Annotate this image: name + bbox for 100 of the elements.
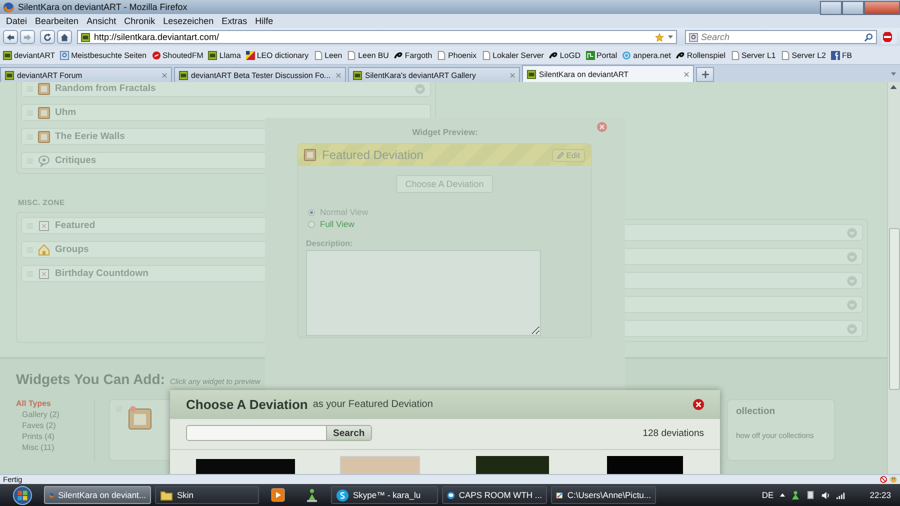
site-icon (527, 70, 536, 78)
widget-label: Uhm (55, 107, 76, 118)
section-heading: Widgets You Can Add: (16, 371, 165, 387)
speech-bubble-icon (38, 154, 50, 166)
menu-item[interactable]: Bearbeiten (31, 16, 83, 26)
close-tab-icon[interactable] (162, 72, 167, 78)
picture-frame-icon (38, 106, 50, 118)
page-icon (780, 50, 790, 60)
window-title: SilentKara on deviantART - Mozilla Firefox (18, 2, 188, 12)
picture-frame-icon (38, 82, 50, 94)
close-tab-icon[interactable] (510, 72, 515, 78)
new-tab-button[interactable] (696, 67, 714, 82)
site-icon (5, 70, 14, 80)
document-icon (38, 268, 50, 280)
taskbar-button[interactable]: C:\Users\Anne\Pictu... (551, 486, 656, 504)
dropdown-arrow-icon[interactable] (668, 35, 673, 39)
menu-item[interactable]: Chronik (120, 16, 160, 26)
taskbar-button[interactable]: Skype™ - kara_lu (331, 486, 438, 504)
menu-item[interactable]: Extras (218, 16, 252, 26)
widget-label: Groups (55, 244, 89, 255)
star-icon[interactable] (655, 32, 664, 42)
back-arrow-icon (6, 32, 15, 42)
home-button[interactable] (57, 30, 72, 44)
signal-icon[interactable] (836, 490, 846, 500)
chevron-icon[interactable] (415, 84, 425, 94)
show-hidden-icons-arrow-icon[interactable] (780, 493, 785, 497)
page-icon (730, 50, 740, 60)
folder-icon (160, 488, 173, 502)
search-icon[interactable] (864, 32, 873, 42)
widget-label: Random from Fractals (55, 83, 156, 94)
document-icon (38, 220, 50, 232)
radio-button[interactable] (308, 220, 315, 228)
play-icon[interactable] (271, 488, 285, 502)
chevron-icon[interactable] (847, 276, 857, 286)
menu-item[interactable]: Ansicht (82, 16, 120, 26)
swirl-icon (548, 50, 558, 60)
page-icon (314, 50, 323, 60)
forward-arrow-icon (23, 32, 32, 42)
speaker-icon[interactable] (820, 490, 830, 500)
radio-button[interactable] (308, 208, 315, 216)
language-indicator[interactable]: DE (762, 490, 774, 500)
device-icon[interactable] (806, 490, 815, 500)
plus-icon (702, 71, 708, 78)
skype-icon (336, 488, 349, 502)
home-icon (60, 32, 69, 42)
close-tab-icon[interactable] (684, 72, 689, 76)
chevron-icon[interactable] (847, 300, 857, 310)
address-bar[interactable]: http://silentkara.deviantart.com/ (77, 30, 677, 44)
description-field[interactable] (306, 250, 541, 336)
search-field[interactable]: Search (701, 32, 851, 42)
site-icon (353, 70, 362, 80)
taskbar-button[interactable]: Skin (155, 486, 259, 504)
close-icon[interactable] (693, 399, 704, 410)
globe-icon (3, 2, 14, 12)
figure-icon[interactable] (790, 490, 800, 500)
scrollbar-thumb[interactable] (889, 228, 900, 390)
widget-label: The Eerie Walls (55, 131, 125, 142)
chevron-icon[interactable] (847, 324, 857, 334)
picture-frame-icon (38, 130, 50, 142)
site-icon (81, 32, 90, 42)
reload-button[interactable] (40, 30, 55, 44)
menu-item[interactable]: Hilfe (251, 16, 278, 26)
menu-item[interactable]: Lesezeichen (159, 16, 218, 26)
logo-icon (830, 50, 840, 60)
card-title: ollection (736, 406, 776, 417)
widget-label: Critiques (55, 155, 96, 166)
pencil-icon (557, 152, 564, 158)
magnifier-icon (60, 50, 70, 60)
search-bar[interactable]: Search (685, 30, 877, 44)
stop-sign-icon[interactable] (881, 30, 897, 44)
house-icon (38, 244, 50, 256)
dialog-subtitle: as your Featured Deviation (312, 399, 433, 410)
taskbar-button[interactable]: CAPS ROOM WTH ... (442, 486, 547, 504)
close-button[interactable] (864, 0, 900, 14)
page-icon (482, 50, 491, 60)
logo-icon (3, 50, 12, 60)
close-tab-icon[interactable] (336, 72, 341, 78)
swirl-icon (676, 50, 685, 60)
dialog-title: Choose A Deviation (186, 397, 308, 412)
globe-icon (622, 50, 632, 60)
smiley-icon (890, 476, 897, 483)
scroll-up-icon[interactable] (890, 85, 897, 89)
scrollbar[interactable] (887, 82, 900, 474)
maximize-button[interactable] (842, 0, 864, 14)
chevron-icon[interactable] (847, 252, 857, 262)
site-icon (179, 70, 188, 80)
clock[interactable]: 22:23 (870, 490, 891, 500)
minimize-button[interactable] (820, 0, 842, 14)
tab-list-arrow-icon[interactable] (891, 72, 896, 76)
search-engine-icon (689, 32, 698, 42)
flag-icon (246, 50, 255, 60)
figure-icon[interactable] (305, 488, 319, 502)
menu-item[interactable]: Datei (2, 16, 32, 26)
taskbar-button[interactable]: SilentKara on deviant... (44, 486, 151, 504)
round-logo-icon (152, 50, 161, 60)
back-button[interactable] (3, 30, 18, 44)
chevron-icon[interactable] (847, 228, 857, 238)
portal-icon (586, 50, 595, 60)
widget-label: Birthday Countdown (55, 268, 148, 279)
page-icon (437, 50, 446, 60)
